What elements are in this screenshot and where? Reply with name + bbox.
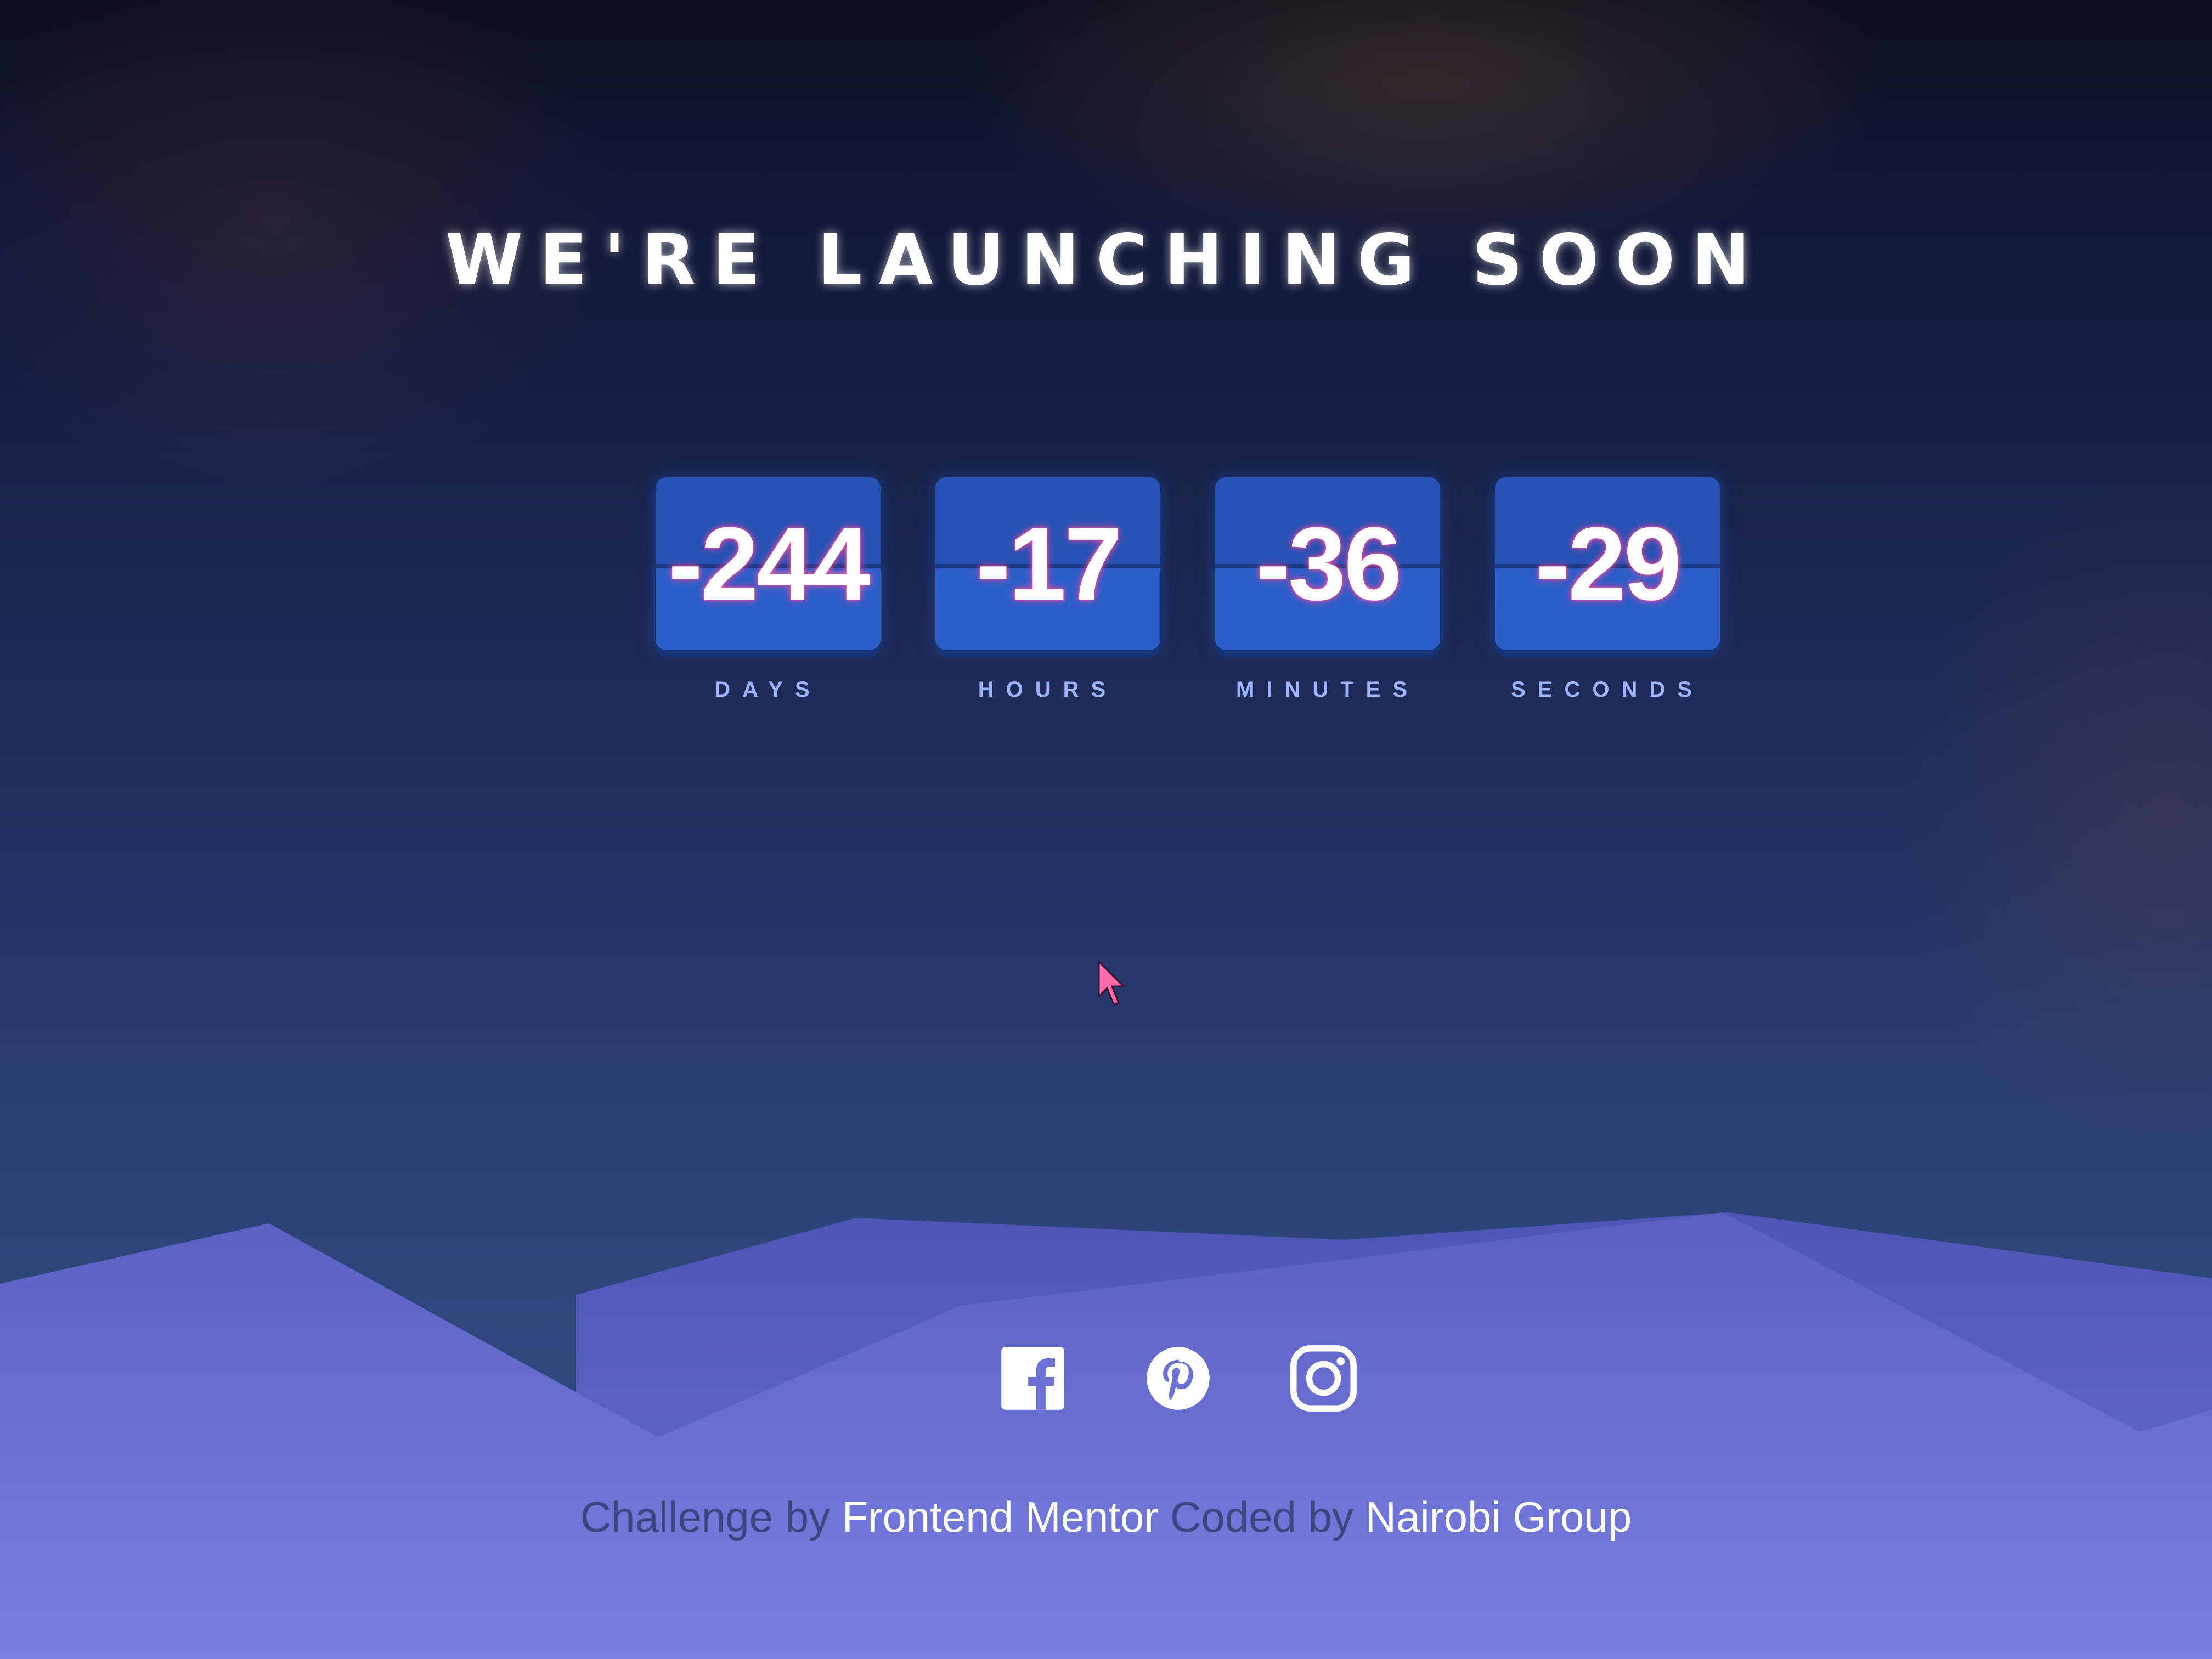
instagram-icon [1290,1345,1357,1412]
social-links [998,1344,1358,1413]
facebook-link[interactable] [998,1344,1067,1413]
countdown-page: WE'RE LAUNCHING SOON -244 DAYS -17 HOURS… [0,0,2212,1659]
challenge-text: Challenge by [580,1493,831,1541]
attribution: Challenge by Frontend Mentor Coded by Na… [0,1492,2212,1542]
frontend-mentor-link[interactable]: Frontend Mentor [842,1493,1159,1541]
facebook-icon [1001,1347,1064,1410]
nairobi-group-link[interactable]: Nairobi Group [1365,1493,1632,1541]
pinterest-link[interactable] [1144,1344,1212,1413]
pinterest-icon [1147,1347,1210,1410]
coded-by-text: Coded by [1170,1493,1353,1541]
instagram-link[interactable] [1289,1344,1358,1413]
mouse-pointer-icon [1098,960,1126,1006]
